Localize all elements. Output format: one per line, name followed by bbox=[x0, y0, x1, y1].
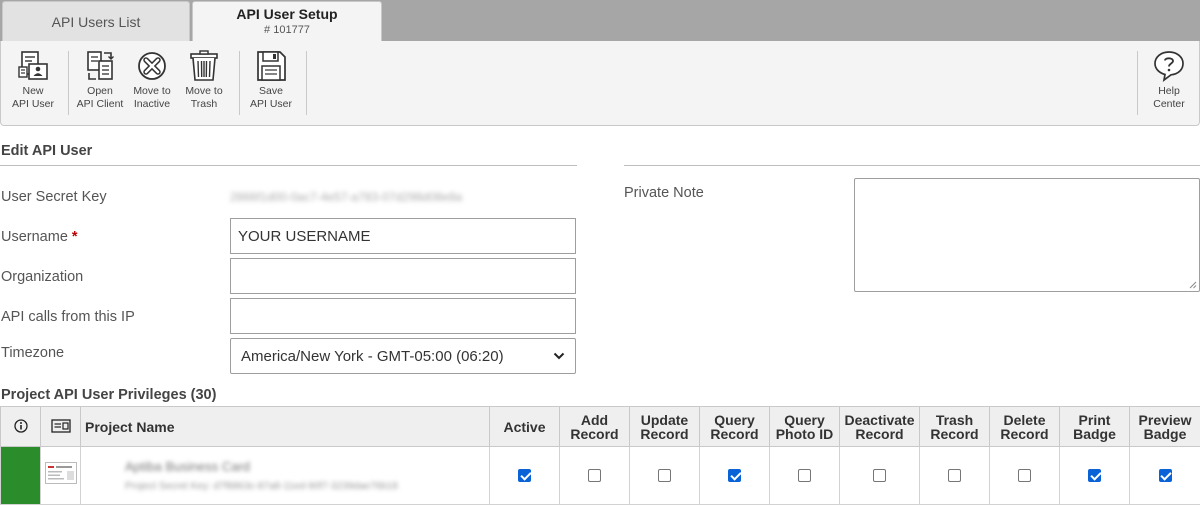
trash-record-checkbox[interactable] bbox=[948, 468, 961, 482]
help-center-button[interactable]: Help Center bbox=[1141, 49, 1197, 121]
project-secret-key: Project Secret Key: d7f8863c-87a8-11ed-9… bbox=[125, 481, 398, 492]
status-indicator bbox=[0, 446, 41, 505]
table-header-row: Project Name Active Add Record Update Re… bbox=[0, 406, 1200, 447]
query-photo-id-header: Query Photo ID bbox=[769, 406, 840, 447]
help-center-label: Help Center bbox=[1153, 85, 1185, 110]
active-checkbox[interactable] bbox=[518, 468, 531, 482]
project-name-cell[interactable]: Aptiba Business Card Project Secret Key:… bbox=[80, 446, 490, 505]
info-icon bbox=[13, 418, 28, 433]
table-row[interactable]: Aptiba Business Card Project Secret Key:… bbox=[0, 446, 1200, 505]
deactivate-record-header: Deactivate Record bbox=[839, 406, 920, 447]
print-badge-cell bbox=[1059, 446, 1130, 505]
user-secret-key-value: 2866f1d00-0ac7-4e57-a783-07d298d08e8a bbox=[230, 190, 463, 204]
move-to-trash-button[interactable]: Move to Trash bbox=[176, 49, 232, 121]
query-record-header: Query Record bbox=[699, 406, 770, 447]
update-record-header: Update Record bbox=[629, 406, 700, 447]
toolbar-separator bbox=[1137, 51, 1138, 115]
inactive-x-icon bbox=[138, 52, 166, 80]
active-header: Active bbox=[489, 406, 560, 447]
deactivate-record-checkbox[interactable] bbox=[873, 468, 886, 482]
add-record-checkbox[interactable] bbox=[588, 468, 601, 482]
preview-badge-checkbox[interactable] bbox=[1158, 468, 1172, 482]
organization-input[interactable] bbox=[230, 258, 576, 294]
trash-icon bbox=[190, 50, 218, 81]
help-question-icon bbox=[1154, 51, 1184, 82]
section-divider-right bbox=[624, 165, 1200, 166]
query-record-cell bbox=[699, 446, 770, 505]
new-api-user-button[interactable]: New API User bbox=[5, 49, 61, 121]
username-label: Username * bbox=[1, 229, 78, 245]
timezone-label: Timezone bbox=[1, 345, 65, 361]
toolbar-separator bbox=[68, 51, 69, 115]
badge-column-header bbox=[40, 406, 81, 447]
toolbar-separator bbox=[239, 51, 240, 115]
username-input[interactable] bbox=[230, 218, 576, 254]
query-record-checkbox[interactable] bbox=[728, 468, 741, 482]
username-label-text: Username bbox=[1, 229, 68, 245]
open-api-client-label: Open API Client bbox=[76, 85, 124, 110]
print-badge-header: Print Badge bbox=[1059, 406, 1130, 447]
print-badge-checkbox[interactable] bbox=[1088, 468, 1101, 482]
new-api-user-label: New API User bbox=[11, 85, 54, 110]
open-client-icon bbox=[87, 51, 114, 80]
query-photo-id-cell bbox=[769, 446, 840, 505]
api-ip-label: API calls from this IP bbox=[1, 309, 135, 325]
delete-record-cell bbox=[989, 446, 1060, 505]
organization-label: Organization bbox=[1, 269, 84, 285]
preview-badge-cell bbox=[1129, 446, 1200, 505]
section-divider-left bbox=[0, 165, 577, 166]
new-user-card-icon bbox=[18, 51, 48, 80]
badge-thumbnail-icon bbox=[44, 462, 77, 484]
tab-bar: API Users List API User Setup # 101777 bbox=[0, 0, 1200, 41]
move-to-trash-label: Move to Trash bbox=[185, 85, 223, 110]
project-name: Aptiba Business Card bbox=[125, 459, 251, 474]
timezone-select[interactable]: America/New York - GMT-05:00 (06:20) bbox=[230, 338, 576, 374]
move-to-inactive-label: Move to Inactive bbox=[133, 85, 171, 110]
active-cell bbox=[489, 446, 560, 505]
update-record-cell bbox=[629, 446, 700, 505]
toolbar: New API User Open API Client Move to Ina… bbox=[0, 41, 1200, 126]
info-column-header bbox=[0, 406, 41, 447]
tab-api-user-setup[interactable]: API User Setup # 101777 bbox=[192, 1, 382, 41]
add-record-header: Add Record bbox=[559, 406, 630, 447]
toolbar-separator bbox=[306, 51, 307, 115]
timezone-selected-value: America/New York - GMT-05:00 (06:20) bbox=[241, 347, 504, 365]
privileges-section-title: Project API User Privileges (30) bbox=[1, 387, 217, 403]
private-note-label: Private Note bbox=[624, 185, 704, 201]
api-ip-input[interactable] bbox=[230, 298, 576, 334]
delete-record-header: Delete Record bbox=[989, 406, 1060, 447]
tab-label: API User Setup bbox=[236, 5, 338, 22]
deactivate-record-cell bbox=[839, 446, 920, 505]
move-to-inactive-button[interactable]: Move to Inactive bbox=[124, 49, 180, 121]
chevron-down-icon bbox=[553, 352, 565, 360]
update-record-checkbox[interactable] bbox=[658, 468, 671, 482]
badge-card-icon bbox=[50, 418, 71, 433]
resize-handle-icon[interactable] bbox=[1189, 281, 1197, 289]
badge-thumbnail-cell bbox=[40, 446, 81, 505]
add-record-cell bbox=[559, 446, 630, 505]
tab-api-users-list[interactable]: API Users List bbox=[2, 1, 190, 41]
save-api-user-button[interactable]: Save API User bbox=[243, 49, 299, 121]
privileges-table: Project Name Active Add Record Update Re… bbox=[0, 406, 1200, 505]
private-note-textarea[interactable] bbox=[854, 178, 1200, 292]
open-api-client-button[interactable]: Open API Client bbox=[72, 49, 128, 121]
save-api-user-label: Save API User bbox=[249, 85, 292, 110]
tab-label: API Users List bbox=[51, 13, 141, 30]
user-secret-key-label: User Secret Key bbox=[1, 189, 107, 205]
preview-badge-header: Preview Badge bbox=[1129, 406, 1200, 447]
trash-record-header: Trash Record bbox=[919, 406, 990, 447]
query-photo-id-checkbox[interactable] bbox=[798, 468, 811, 482]
delete-record-checkbox[interactable] bbox=[1018, 468, 1031, 482]
required-marker: * bbox=[71, 229, 78, 245]
project-name-header[interactable]: Project Name bbox=[80, 406, 490, 447]
edit-section-title: Edit API User bbox=[1, 143, 93, 159]
tab-record-id: # 101777 bbox=[264, 23, 310, 36]
trash-record-cell bbox=[919, 446, 990, 505]
save-floppy-icon bbox=[257, 51, 286, 81]
